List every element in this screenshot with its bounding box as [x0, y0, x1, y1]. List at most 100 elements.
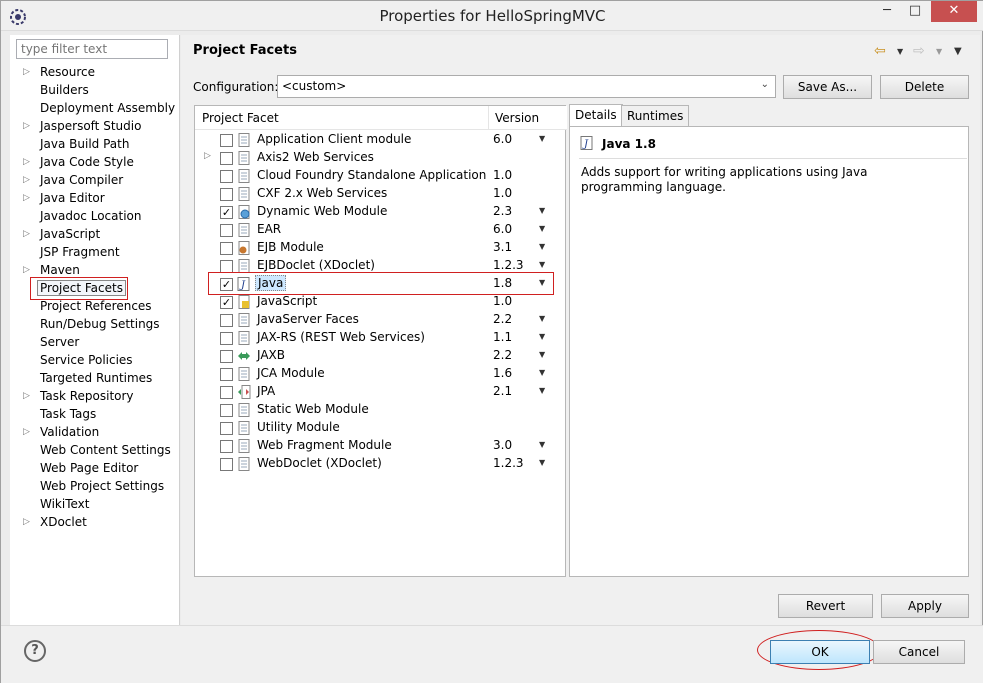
facet-version[interactable]: 3.0 — [493, 438, 512, 452]
column-divider[interactable] — [488, 106, 489, 130]
forward-menu-icon[interactable]: ▼ — [936, 47, 942, 56]
expand-arrow-icon[interactable]: ▷ — [23, 427, 30, 437]
sidebar-item-web-content-settings[interactable]: Web Content Settings — [10, 442, 178, 460]
sidebar-item-jaspersoft-studio[interactable]: ▷ Jaspersoft Studio — [10, 118, 178, 136]
sidebar-item-java-build-path[interactable]: Java Build Path — [10, 136, 178, 154]
sidebar-item-javadoc-location[interactable]: Javadoc Location — [10, 208, 178, 226]
facet-row-jax-rs-rest-web-services[interactable]: JAX-RS (REST Web Services) 1.1 ▼ — [195, 329, 565, 347]
facet-version[interactable]: 1.0 — [493, 186, 512, 200]
delete-button[interactable]: Delete — [880, 75, 969, 99]
facet-checkbox[interactable] — [220, 242, 233, 255]
version-dropdown-icon[interactable]: ▼ — [539, 332, 545, 341]
sidebar-item-java-compiler[interactable]: ▷ Java Compiler — [10, 172, 178, 190]
facet-checkbox[interactable] — [220, 350, 233, 363]
sidebar-item-wikitext[interactable]: WikiText — [10, 496, 178, 514]
sidebar-item-task-tags[interactable]: Task Tags — [10, 406, 178, 424]
back-arrow-icon[interactable]: ⇦ — [874, 43, 886, 59]
facet-version[interactable]: 6.0 — [493, 132, 512, 146]
facet-version[interactable]: 2.2 — [493, 312, 512, 326]
version-dropdown-icon[interactable]: ▼ — [539, 224, 545, 233]
column-header-version[interactable]: Version — [495, 111, 539, 125]
sidebar-item-xdoclet[interactable]: ▷ XDoclet — [10, 514, 178, 532]
facet-checkbox[interactable] — [220, 386, 233, 399]
forward-arrow-icon[interactable]: ⇨ — [913, 43, 925, 59]
expand-arrow-icon[interactable]: ▷ — [23, 517, 30, 527]
version-dropdown-icon[interactable]: ▼ — [539, 458, 545, 467]
expand-arrow-icon[interactable]: ▷ — [23, 391, 30, 401]
facet-checkbox[interactable] — [220, 332, 233, 345]
close-button[interactable]: ✕ — [931, 1, 977, 22]
facet-checkbox[interactable] — [220, 458, 233, 471]
facet-row-dynamic-web-module[interactable]: ✓ Dynamic Web Module 2.3 ▼ — [195, 203, 565, 221]
facet-version[interactable]: 2.3 — [493, 204, 512, 218]
facet-checkbox[interactable] — [220, 188, 233, 201]
facet-row-jpa[interactable]: JPA 2.1 ▼ — [195, 383, 565, 401]
sidebar-item-deployment-assembly[interactable]: Deployment Assembly — [10, 100, 178, 118]
facet-row-utility-module[interactable]: Utility Module — [195, 419, 565, 437]
facet-row-axis2-web-services[interactable]: ▷ Axis2 Web Services — [195, 149, 565, 167]
sidebar-item-project-references[interactable]: Project References — [10, 298, 178, 316]
version-dropdown-icon[interactable]: ▼ — [539, 440, 545, 449]
expand-arrow-icon[interactable]: ▷ — [23, 175, 30, 185]
facet-version[interactable]: 6.0 — [493, 222, 512, 236]
facet-checkbox[interactable] — [220, 152, 233, 165]
configuration-select[interactable]: <custom> ⌄ — [277, 75, 776, 98]
sidebar-item-java-code-style[interactable]: ▷ Java Code Style — [10, 154, 178, 172]
version-dropdown-icon[interactable]: ▼ — [539, 350, 545, 359]
expand-arrow-icon[interactable]: ▷ — [23, 121, 30, 131]
sidebar-item-java-editor[interactable]: ▷ Java Editor — [10, 190, 178, 208]
facet-checkbox[interactable] — [220, 422, 233, 435]
facet-row-cxf-2-x-web-services[interactable]: CXF 2.x Web Services 1.0 — [195, 185, 565, 203]
facet-checkbox[interactable] — [220, 224, 233, 237]
version-dropdown-icon[interactable]: ▼ — [539, 314, 545, 323]
filter-input[interactable] — [16, 39, 168, 59]
sidebar-item-service-policies[interactable]: Service Policies — [10, 352, 178, 370]
sidebar-item-jsp-fragment[interactable]: JSP Fragment — [10, 244, 178, 262]
facet-row-webdoclet-xdoclet[interactable]: WebDoclet (XDoclet) 1.2.3 ▼ — [195, 455, 565, 473]
facet-row-ejb-module[interactable]: EJB Module 3.1 ▼ — [195, 239, 565, 257]
facet-version[interactable]: 1.2.3 — [493, 258, 524, 272]
version-dropdown-icon[interactable]: ▼ — [539, 206, 545, 215]
sidebar-item-resource[interactable]: ▷ Resource — [10, 64, 178, 82]
expand-arrow-icon[interactable]: ▷ — [23, 265, 30, 275]
version-dropdown-icon[interactable]: ▼ — [539, 260, 545, 269]
sidebar-item-server[interactable]: Server — [10, 334, 178, 352]
minimize-button[interactable]: ─ — [873, 1, 901, 22]
sidebar-item-web-project-settings[interactable]: Web Project Settings — [10, 478, 178, 496]
facet-checkbox[interactable] — [220, 314, 233, 327]
column-header-facet[interactable]: Project Facet — [202, 111, 279, 125]
facet-version[interactable]: 3.1 — [493, 240, 512, 254]
expand-arrow-icon[interactable]: ▷ — [23, 157, 30, 167]
back-menu-icon[interactable]: ▼ — [897, 47, 903, 56]
sidebar-item-run-debug-settings[interactable]: Run/Debug Settings — [10, 316, 178, 334]
version-dropdown-icon[interactable]: ▼ — [539, 242, 545, 251]
facet-version[interactable]: 1.1 — [493, 330, 512, 344]
facet-version[interactable]: 1.0 — [493, 294, 512, 308]
sidebar-item-builders[interactable]: Builders — [10, 82, 178, 100]
facet-version[interactable]: 1.6 — [493, 366, 512, 380]
facet-row-jaxb[interactable]: JAXB 2.2 ▼ — [195, 347, 565, 365]
facet-row-static-web-module[interactable]: Static Web Module — [195, 401, 565, 419]
facet-checkbox[interactable]: ✓ — [220, 296, 233, 309]
version-dropdown-icon[interactable]: ▼ — [539, 134, 545, 143]
facet-row-javascript[interactable]: ✓ JavaScript 1.0 — [195, 293, 565, 311]
expand-arrow-icon[interactable]: ▷ — [23, 193, 30, 203]
ok-button[interactable]: OK — [770, 640, 870, 664]
version-dropdown-icon[interactable]: ▼ — [539, 386, 545, 395]
sidebar-item-task-repository[interactable]: ▷ Task Repository — [10, 388, 178, 406]
facet-version[interactable]: 2.1 — [493, 384, 512, 398]
expand-arrow-icon[interactable]: ▷ — [23, 229, 30, 239]
revert-button[interactable]: Revert — [778, 594, 873, 618]
version-dropdown-icon[interactable]: ▼ — [539, 368, 545, 377]
facet-checkbox[interactable]: ✓ — [220, 206, 233, 219]
maximize-button[interactable]: □ — [901, 1, 929, 22]
facet-checkbox[interactable] — [220, 368, 233, 381]
cancel-button[interactable]: Cancel — [873, 640, 965, 664]
facet-row-web-fragment-module[interactable]: Web Fragment Module 3.0 ▼ — [195, 437, 565, 455]
facet-version[interactable]: 1.0 — [493, 168, 512, 182]
sidebar-item-web-page-editor[interactable]: Web Page Editor — [10, 460, 178, 478]
facet-row-ear[interactable]: EAR 6.0 ▼ — [195, 221, 565, 239]
view-menu-icon[interactable]: ▼ — [954, 46, 962, 57]
sidebar-item-targeted-runtimes[interactable]: Targeted Runtimes — [10, 370, 178, 388]
expand-arrow-icon[interactable]: ▷ — [23, 67, 30, 77]
